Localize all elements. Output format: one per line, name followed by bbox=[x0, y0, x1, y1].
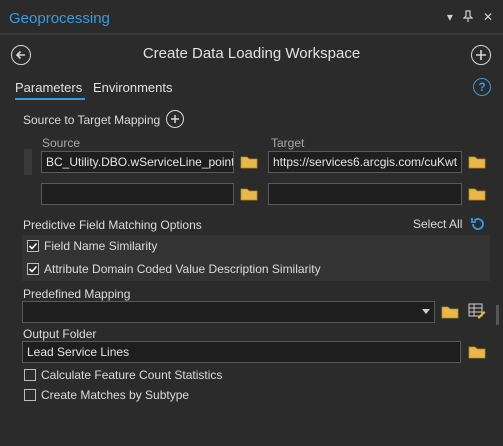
target-input[interactable] bbox=[268, 183, 462, 205]
folder-icon[interactable] bbox=[240, 187, 258, 201]
output-folder-input[interactable]: Lead Service Lines bbox=[22, 341, 461, 363]
row-handle[interactable] bbox=[24, 149, 32, 175]
close-icon[interactable]: ✕ bbox=[483, 11, 493, 23]
folder-icon[interactable] bbox=[468, 187, 486, 201]
checkbox-domain-similarity[interactable] bbox=[27, 263, 39, 275]
pane-window-controls: ▾ ✕ bbox=[447, 10, 493, 24]
source-header: Source bbox=[42, 136, 81, 150]
predefined-label: Predefined Mapping bbox=[23, 287, 131, 301]
active-tab-indicator bbox=[15, 98, 85, 100]
options-dropdown-icon[interactable]: ▾ bbox=[447, 11, 453, 23]
plus-icon bbox=[476, 50, 486, 60]
folder-icon[interactable] bbox=[468, 155, 486, 169]
option-label: Attribute Domain Coded Value Description… bbox=[44, 262, 321, 276]
option-label: Field Name Similarity bbox=[44, 239, 158, 253]
checkbox-feature-count-statistics[interactable] bbox=[24, 369, 36, 381]
checkbox-field-name-similarity[interactable] bbox=[27, 240, 39, 252]
extra-option-label: Calculate Feature Count Statistics bbox=[41, 368, 223, 382]
mapping-label: Source to Target Mapping bbox=[23, 113, 161, 127]
add-mapping-button[interactable] bbox=[166, 110, 184, 128]
output-folder-label: Output Folder bbox=[23, 327, 97, 341]
folder-icon[interactable] bbox=[468, 345, 486, 359]
tool-title: Create Data Loading Workspace bbox=[142, 45, 361, 62]
target-input[interactable]: https://services6.arcgis.com/cuKwt bbox=[268, 151, 462, 173]
tab-parameters[interactable]: Parameters bbox=[15, 80, 82, 95]
table-edit-icon[interactable] bbox=[468, 303, 486, 319]
checkmark-icon bbox=[28, 265, 38, 273]
reset-icon[interactable] bbox=[470, 216, 486, 232]
source-input[interactable]: BC_Utility.DBO.wServiceLine_point bbox=[41, 151, 234, 173]
predefined-mapping-select[interactable] bbox=[22, 301, 435, 323]
checkmark-icon bbox=[28, 242, 38, 250]
select-all-button[interactable]: Select All bbox=[413, 217, 462, 231]
target-header: Target bbox=[271, 136, 305, 150]
add-button[interactable] bbox=[471, 45, 491, 65]
help-button[interactable]: ? bbox=[473, 78, 491, 96]
checkbox-matches-by-subtype[interactable] bbox=[24, 389, 36, 401]
folder-icon[interactable] bbox=[240, 155, 258, 169]
folder-icon[interactable] bbox=[441, 305, 459, 319]
source-input[interactable] bbox=[41, 183, 234, 205]
plus-icon bbox=[171, 115, 179, 123]
pin-icon[interactable] bbox=[462, 10, 474, 24]
tab-environments[interactable]: Environments bbox=[93, 80, 172, 95]
scrollbar[interactable] bbox=[496, 305, 499, 325]
chevron-down-icon bbox=[422, 309, 430, 314]
title-divider bbox=[0, 33, 503, 35]
extra-option-label: Create Matches by Subtype bbox=[41, 388, 190, 402]
matching-label: Predictive Field Matching Options bbox=[23, 218, 202, 232]
pane-title: Geoprocessing bbox=[9, 10, 110, 27]
